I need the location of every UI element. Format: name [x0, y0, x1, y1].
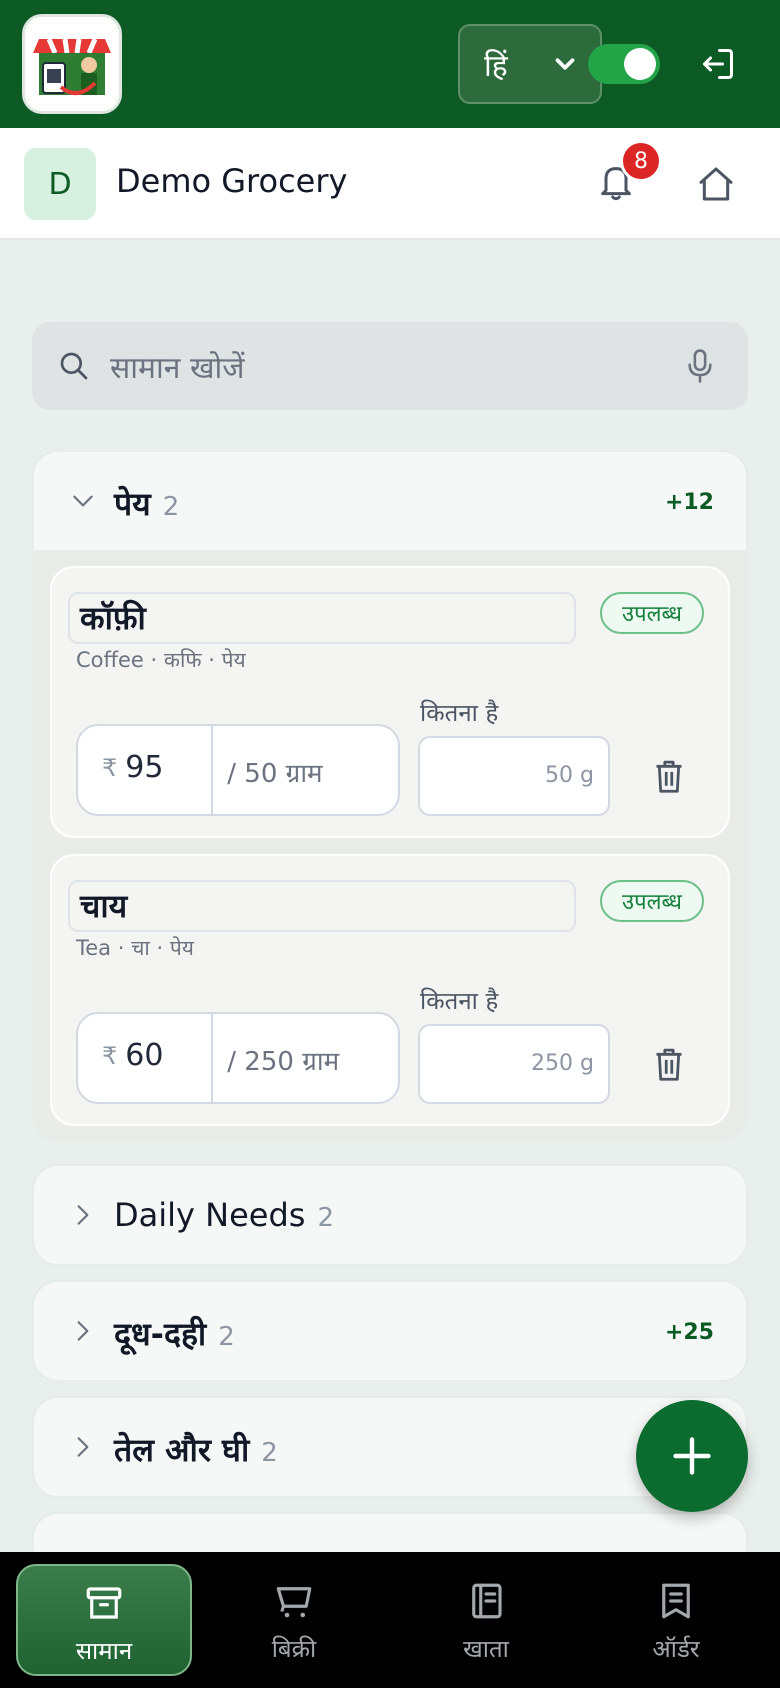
chevron-right-icon — [77, 1321, 89, 1341]
quantity-input[interactable]: 50 g — [418, 736, 610, 816]
category-header[interactable]: पेय 2 +12 — [34, 452, 746, 550]
category-header[interactable]: दूध-दही 2 +25 — [34, 1282, 746, 1380]
ledger-icon — [472, 1583, 502, 1619]
product-card: चाय उपलब्ध Tea · चा · पेय ₹ 60 / 250 ग्र… — [50, 854, 730, 1126]
cart-icon — [276, 1587, 312, 1618]
nav-label: खाता — [463, 1635, 509, 1663]
search-icon — [60, 352, 88, 380]
category-title: दूध-दही 2 — [114, 1315, 235, 1353]
price-divider — [211, 1014, 214, 1102]
store-header: D Demo Grocery — [0, 128, 780, 240]
nav-label: बिक्री — [271, 1635, 317, 1663]
category-count: 2 — [218, 1322, 235, 1352]
price-field[interactable]: ₹ 95 / 50 ग्राम — [76, 724, 400, 816]
category-card-daily-needs[interactable]: Daily Needs 2 — [32, 1164, 748, 1266]
search-bar[interactable]: सामान खोजें — [32, 322, 748, 410]
product-card: कॉफ़ी उपलब्ध Coffee · कफि · पेय ₹ 95 / 5… — [50, 566, 730, 838]
price-unit: / 250 ग्राम — [227, 1047, 340, 1077]
category-count: 2 — [261, 1438, 278, 1468]
shop-logo-icon — [25, 17, 119, 111]
store-avatar[interactable]: D — [24, 148, 96, 220]
category-extra-count: +25 — [664, 1320, 714, 1345]
category-count: 2 — [317, 1203, 334, 1233]
product-name-field[interactable]: कॉफ़ी — [68, 592, 576, 644]
category-header[interactable]: Daily Needs 2 — [34, 1166, 746, 1264]
nav-item-ledger[interactable]: खाता — [398, 1564, 574, 1676]
plus-icon — [673, 1437, 711, 1475]
category-title: पेय 2 — [114, 485, 180, 523]
language-label: हिं — [484, 48, 508, 84]
category-count: 2 — [162, 492, 180, 522]
currency-symbol: ₹ — [102, 754, 118, 782]
online-toggle[interactable] — [588, 44, 660, 84]
trash-icon[interactable] — [652, 1046, 686, 1082]
nav-item-orders[interactable]: ऑर्डर — [588, 1564, 764, 1676]
availability-badge[interactable]: उपलब्ध — [600, 592, 704, 634]
nav-item-items[interactable]: सामान — [16, 1564, 192, 1676]
category-card-dairy[interactable]: दूध-दही 2 +25 — [32, 1280, 748, 1382]
availability-badge[interactable]: उपलब्ध — [600, 880, 704, 922]
home-icon[interactable] — [696, 164, 736, 204]
nav-label: सामान — [75, 1637, 133, 1665]
product-aliases: Tea · चा · पेय — [76, 936, 194, 960]
language-select[interactable]: हिं — [458, 24, 602, 104]
quantity-input[interactable]: 250 g — [418, 1024, 610, 1104]
price-value[interactable]: 95 — [125, 750, 211, 814]
nav-item-sales[interactable]: बिक्री — [206, 1564, 382, 1676]
category-card-beverages: पेय 2 +12 कॉफ़ी उपलब्ध Coffee · कफि · पेय… — [32, 450, 748, 1142]
add-item-button[interactable] — [636, 1400, 748, 1512]
price-unit: / 50 ग्राम — [227, 759, 323, 789]
toggle-knob — [624, 48, 656, 80]
price-field[interactable]: ₹ 60 / 250 ग्राम — [76, 1012, 400, 1104]
app-logo[interactable] — [22, 14, 122, 114]
trash-icon[interactable] — [652, 758, 686, 794]
chevron-down-icon — [555, 58, 575, 70]
category-items: कॉफ़ी उपलब्ध Coffee · कफि · पेय ₹ 95 / 5… — [34, 550, 746, 1140]
price-divider — [211, 726, 214, 814]
bottom-nav: सामान बिक्री खाता ऑर्डर — [0, 1552, 780, 1688]
chevron-down-icon — [73, 495, 93, 507]
top-bar: हिं — [0, 0, 780, 128]
receipt-icon — [662, 1583, 690, 1619]
category-title: Daily Needs 2 — [114, 1196, 334, 1234]
nav-label: ऑर्डर — [652, 1635, 700, 1663]
notification-badge: 8 — [620, 140, 662, 182]
category-title: तेल और घी 2 — [114, 1431, 278, 1469]
box-icon — [86, 1587, 122, 1619]
currency-symbol: ₹ — [102, 1042, 118, 1070]
chevron-right-icon — [77, 1437, 89, 1457]
store-name: Demo Grocery — [116, 162, 348, 200]
search-placeholder: सामान खोजें — [110, 350, 245, 386]
quantity-label: कितना है — [420, 987, 499, 1015]
chevron-right-icon — [77, 1205, 89, 1225]
quantity-label: कितना है — [420, 699, 499, 727]
category-extra-count: +12 — [664, 490, 714, 515]
logout-icon[interactable] — [700, 46, 736, 82]
microphone-icon[interactable] — [684, 348, 716, 384]
product-aliases: Coffee · कफि · पेय — [76, 648, 246, 672]
price-value[interactable]: 60 — [125, 1038, 211, 1102]
product-name-field[interactable]: चाय — [68, 880, 576, 932]
